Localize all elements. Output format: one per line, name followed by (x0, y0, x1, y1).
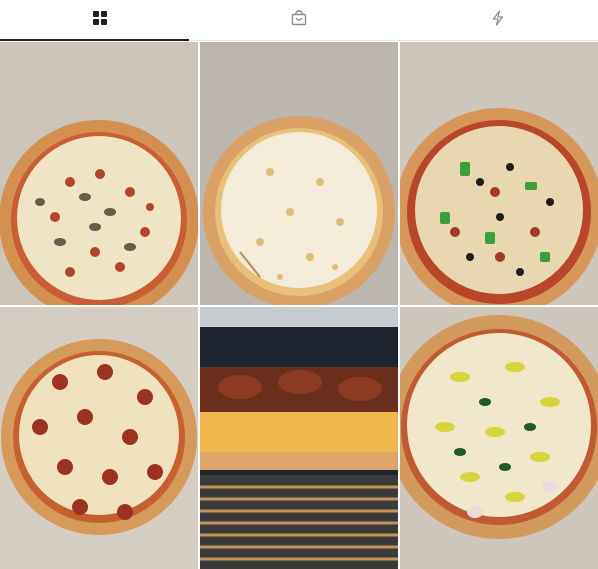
profile-tab-bar (0, 0, 598, 41)
photo-tile[interactable] (400, 307, 598, 569)
pizza-photo (400, 307, 598, 569)
lightning-icon (490, 9, 506, 31)
grid-icon (92, 10, 108, 31)
tab-shop[interactable] (199, 0, 398, 40)
pizza-photo (200, 42, 398, 305)
shopping-bag-icon (291, 9, 307, 31)
photo-tile[interactable] (400, 42, 598, 305)
oven-photo (200, 307, 398, 569)
pizza-photo (400, 42, 598, 305)
photo-tile[interactable] (200, 42, 398, 305)
photo-grid (0, 42, 598, 569)
photo-tile[interactable] (0, 307, 198, 569)
pizza-photo (0, 42, 198, 305)
tab-flash[interactable] (398, 0, 597, 40)
tab-grid[interactable] (0, 0, 199, 41)
pizza-photo (0, 307, 198, 569)
photo-tile[interactable] (0, 42, 198, 305)
photo-tile[interactable] (200, 307, 398, 569)
